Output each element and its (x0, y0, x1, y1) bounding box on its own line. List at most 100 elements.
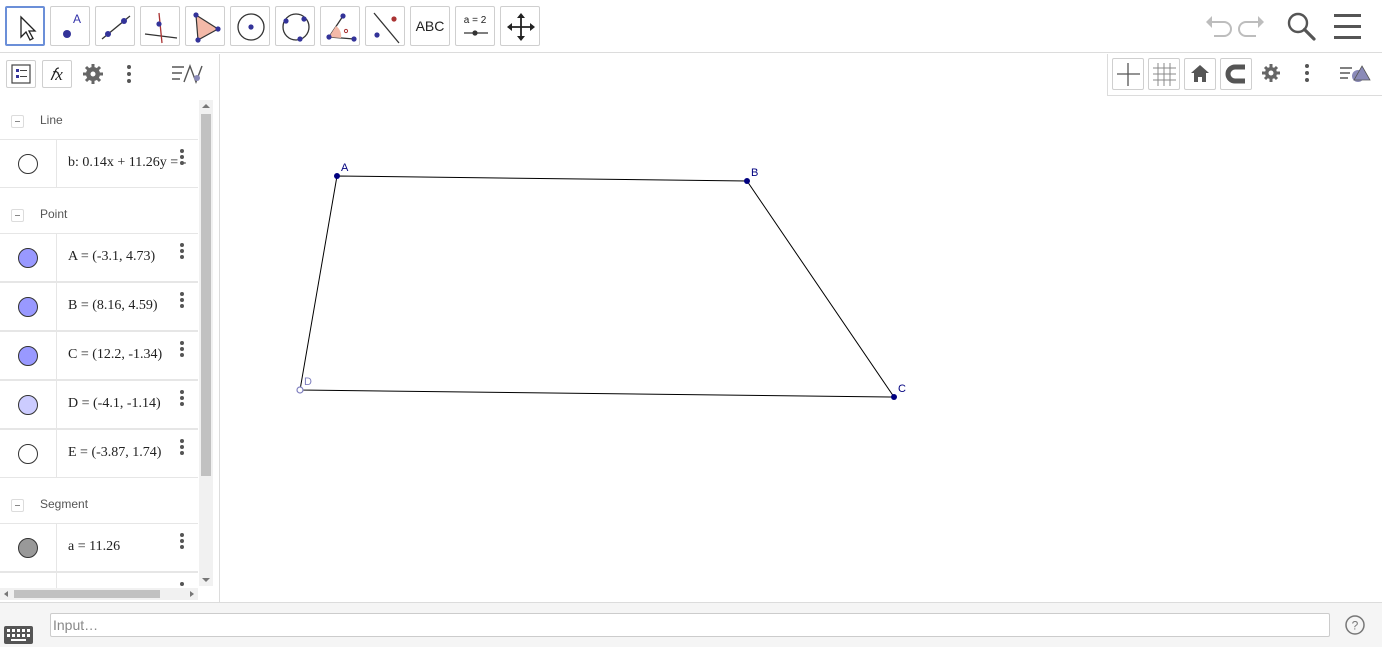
group-header-segment[interactable]: Segment (0, 482, 198, 528)
scrollbar-thumb[interactable] (201, 114, 211, 476)
marble-cell (0, 430, 57, 477)
item-more-icon[interactable] (180, 292, 188, 312)
algebra-item-point-a[interactable]: A = (-3.1, 4.73) (0, 233, 198, 282)
move-graphics-view-icon (507, 13, 535, 41)
item-more-icon[interactable] (180, 390, 188, 410)
point-d[interactable] (296, 386, 304, 394)
line-icon (101, 15, 131, 40)
line-tool-button[interactable] (95, 6, 135, 46)
item-more-icon[interactable] (180, 243, 188, 263)
search-icon[interactable] (1286, 11, 1318, 43)
magnet-icon (1225, 64, 1245, 84)
menu-icon[interactable] (1333, 13, 1363, 41)
algebra-expression: a = 11.26 (68, 539, 121, 554)
polygon-tool-button[interactable] (185, 6, 225, 46)
point-label-d: D (304, 376, 312, 388)
algebra-header: 𝑓x (0, 54, 220, 94)
undo-icon[interactable] (1202, 10, 1232, 42)
graphics-view[interactable]: A B C D (221, 54, 1382, 602)
quadrilateral-segments[interactable] (299, 175, 895, 398)
svg-text:?: ? (1352, 619, 1359, 633)
graphics-canvas[interactable]: A B C D (221, 54, 1382, 602)
visibility-marble[interactable] (18, 395, 38, 415)
algebra-expression: B = (8.16, 4.59) (68, 298, 158, 313)
circle-center-point-icon (237, 13, 265, 41)
point-a[interactable] (334, 173, 340, 179)
graphics-more-button[interactable] (1292, 58, 1324, 90)
group-title: Point (40, 207, 68, 221)
scroll-up-icon[interactable] (199, 100, 213, 112)
algebra-more-button[interactable] (114, 60, 144, 88)
slider-tool-button[interactable]: a = 2 (455, 6, 495, 46)
scrollbar-thumb[interactable] (14, 590, 160, 598)
visibility-marble[interactable] (18, 154, 38, 174)
scroll-right-icon[interactable] (186, 588, 198, 600)
item-more-icon[interactable] (180, 533, 188, 553)
move-arrow-icon (20, 15, 37, 41)
toggle-axes-button[interactable] (1112, 58, 1144, 90)
group-title: Segment (40, 497, 89, 511)
algebra-settings-button[interactable] (78, 60, 108, 88)
collapse-icon[interactable] (11, 115, 24, 128)
algebra-item-point-c[interactable]: C = (12.2, -1.34) (0, 331, 198, 380)
algebra-vertical-scrollbar[interactable] (199, 100, 213, 586)
point-tool-button[interactable]: A (50, 6, 90, 46)
point-c[interactable] (891, 394, 897, 400)
marble-cell (0, 140, 57, 187)
angle-icon (326, 13, 357, 42)
marble-cell (0, 524, 57, 571)
group-header-point[interactable]: Point (0, 192, 198, 238)
point-capturing-button[interactable] (1220, 58, 1252, 90)
algebra-input-field[interactable]: Input… (50, 613, 1330, 637)
marble-cell (0, 234, 57, 281)
visibility-marble[interactable] (18, 297, 38, 317)
move-tool-button[interactable] (5, 6, 45, 46)
redo-icon[interactable] (1238, 10, 1268, 42)
reflect-tool-button[interactable] (365, 6, 405, 46)
circle-tool-button[interactable] (230, 6, 270, 46)
toggle-grid-button[interactable] (1148, 58, 1180, 90)
algebra-sort-button[interactable] (170, 60, 206, 88)
scroll-down-icon[interactable] (199, 574, 213, 586)
angle-tool-button[interactable] (320, 6, 360, 46)
visibility-marble[interactable] (18, 444, 38, 464)
perpendicular-tool-button[interactable] (140, 6, 180, 46)
style-bar-toggle-button[interactable] (1336, 58, 1376, 90)
graphics-style-bar (1107, 54, 1382, 96)
algebra-expression: E = (-3.87, 1.74) (68, 445, 162, 460)
fx-button[interactable]: 𝑓x (42, 60, 72, 88)
sort-icon (172, 64, 203, 84)
visibility-marble[interactable] (18, 538, 38, 558)
fx-icon: 𝑓x (50, 65, 63, 84)
item-more-icon[interactable] (180, 341, 188, 361)
item-more-icon[interactable] (180, 439, 188, 459)
collapse-icon[interactable] (11, 209, 24, 222)
grid-icon (1153, 63, 1176, 86)
algebra-item-line-b[interactable]: b: 0.14x + 11.26y = - (0, 139, 198, 188)
algebra-item-point-e[interactable]: E = (-3.87, 1.74) (0, 429, 198, 478)
algebra-item-point-b[interactable]: B = (8.16, 4.59) (0, 282, 198, 331)
scroll-left-icon[interactable] (0, 588, 12, 600)
text-tool-button[interactable]: ABC (410, 6, 450, 46)
point-b[interactable] (744, 178, 750, 184)
text-icon: ABC (415, 18, 445, 34)
group-header-line[interactable]: Line (0, 98, 198, 144)
perpendicular-line-icon (144, 12, 178, 44)
algebra-item-point-d[interactable]: D = (-4.1, -1.14) (0, 380, 198, 429)
help-icon[interactable]: ? (1344, 614, 1366, 636)
collapse-icon[interactable] (11, 499, 24, 512)
standard-view-button[interactable] (1184, 58, 1216, 90)
graphics-settings-button[interactable] (1256, 58, 1288, 90)
visibility-marble[interactable] (18, 346, 38, 366)
algebra-item-segment-a[interactable]: a = 11.26 (0, 523, 198, 572)
algebra-horizontal-scrollbar[interactable] (0, 588, 198, 600)
keyboard-icon[interactable] (4, 625, 34, 645)
visibility-marble[interactable] (18, 248, 38, 268)
point-label-b: B (751, 167, 758, 179)
item-more-icon[interactable] (180, 149, 188, 169)
gear-icon (1262, 64, 1280, 82)
circle-three-points-tool-button[interactable] (275, 6, 315, 46)
group-title: Line (40, 113, 63, 127)
algebra-view-button[interactable] (6, 60, 36, 88)
move-graphics-tool-button[interactable] (500, 6, 540, 46)
